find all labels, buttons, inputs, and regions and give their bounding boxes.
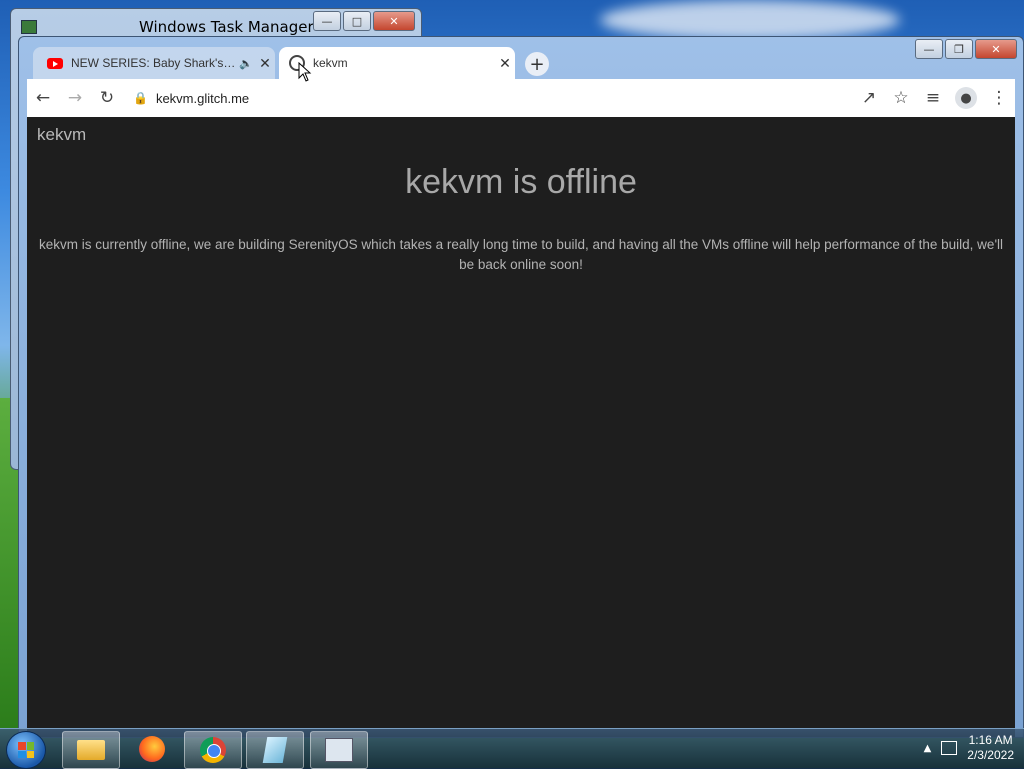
close-tab-icon[interactable]: ✕ [255,55,275,72]
site-brand[interactable]: kekvm [37,125,86,145]
chrome-icon [200,737,226,763]
tab-title: kekvm [313,56,348,70]
task-manager-icon [325,738,353,762]
taskbar: ▲ 1:16 AM 2/3/2022 [0,728,1024,769]
system-tray: ▲ 1:16 AM 2/3/2022 [924,733,1014,763]
new-tab-button[interactable]: + [525,52,549,76]
tab-strip: NEW SERIES: Baby Shark's Bi 🔈 ✕ kekvm ✕ … [27,45,1017,79]
browser-window: — ❐ ✕ NEW SERIES: Baby Shark's Bi 🔈 ✕ ke… [18,36,1024,738]
network-icon[interactable] [941,741,958,755]
close-button[interactable]: ✕ [373,11,415,31]
mouse-cursor-icon [298,62,312,82]
offline-message: kekvm is currently offline, we are build… [38,237,1004,272]
show-hidden-icons-icon[interactable]: ▲ [924,743,932,754]
speaker-icon[interactable]: 🔈 [237,57,255,70]
task-manager-window-controls: — □ ✕ [313,11,415,31]
taskbar-firefox[interactable] [124,731,180,767]
taskbar-chrome[interactable] [184,731,242,769]
maximize-button[interactable]: □ [343,11,371,31]
task-manager-icon [21,20,37,34]
start-button[interactable] [6,731,46,769]
clock-time: 1:16 AM [968,733,1013,747]
url-text[interactable]: kekvm.glitch.me [156,91,249,106]
menu-kebab-icon[interactable]: ⋮ [983,82,1015,114]
task-manager-title: Windows Task Manager [139,18,314,36]
media-controls-icon[interactable]: ≡ [917,82,949,114]
desktop-cloud [600,0,900,40]
reload-icon[interactable]: ↻ [91,82,123,114]
windows-logo-icon [18,742,34,758]
notepad-icon [262,737,288,763]
close-tab-icon[interactable]: ✕ [495,55,515,72]
taskbar-task-manager[interactable] [310,731,368,769]
back-arrow-icon[interactable]: ← [27,82,59,114]
browser-toolbar: ← → ↻ 🔒 kekvm.glitch.me ↗ ☆ ≡ ● ⋮ [27,79,1015,117]
forward-arrow-icon[interactable]: → [59,82,91,114]
minimize-button[interactable]: — [313,11,341,31]
firefox-icon [139,736,165,762]
tab-kekvm[interactable]: kekvm ✕ [279,47,515,79]
tab-youtube[interactable]: NEW SERIES: Baby Shark's Bi 🔈 ✕ [33,47,275,79]
page-content: kekvm kekvm is offline kekvm is currentl… [27,117,1015,737]
youtube-icon [47,57,63,69]
bookmark-star-icon[interactable]: ☆ [885,82,917,114]
page-title: kekvm is offline [405,163,637,201]
tab-title: NEW SERIES: Baby Shark's Bi [71,56,237,70]
folder-icon [77,740,105,760]
clock-date: 2/3/2022 [967,748,1014,762]
taskbar-notepad[interactable] [246,731,304,769]
clock[interactable]: 1:16 AM 2/3/2022 [967,733,1014,763]
lock-icon[interactable]: 🔒 [133,91,148,105]
address-bar[interactable]: 🔒 kekvm.glitch.me [127,83,853,113]
taskbar-windows-explorer[interactable] [62,731,120,769]
profile-avatar-icon[interactable]: ● [955,87,977,109]
share-icon[interactable]: ↗ [853,82,885,114]
